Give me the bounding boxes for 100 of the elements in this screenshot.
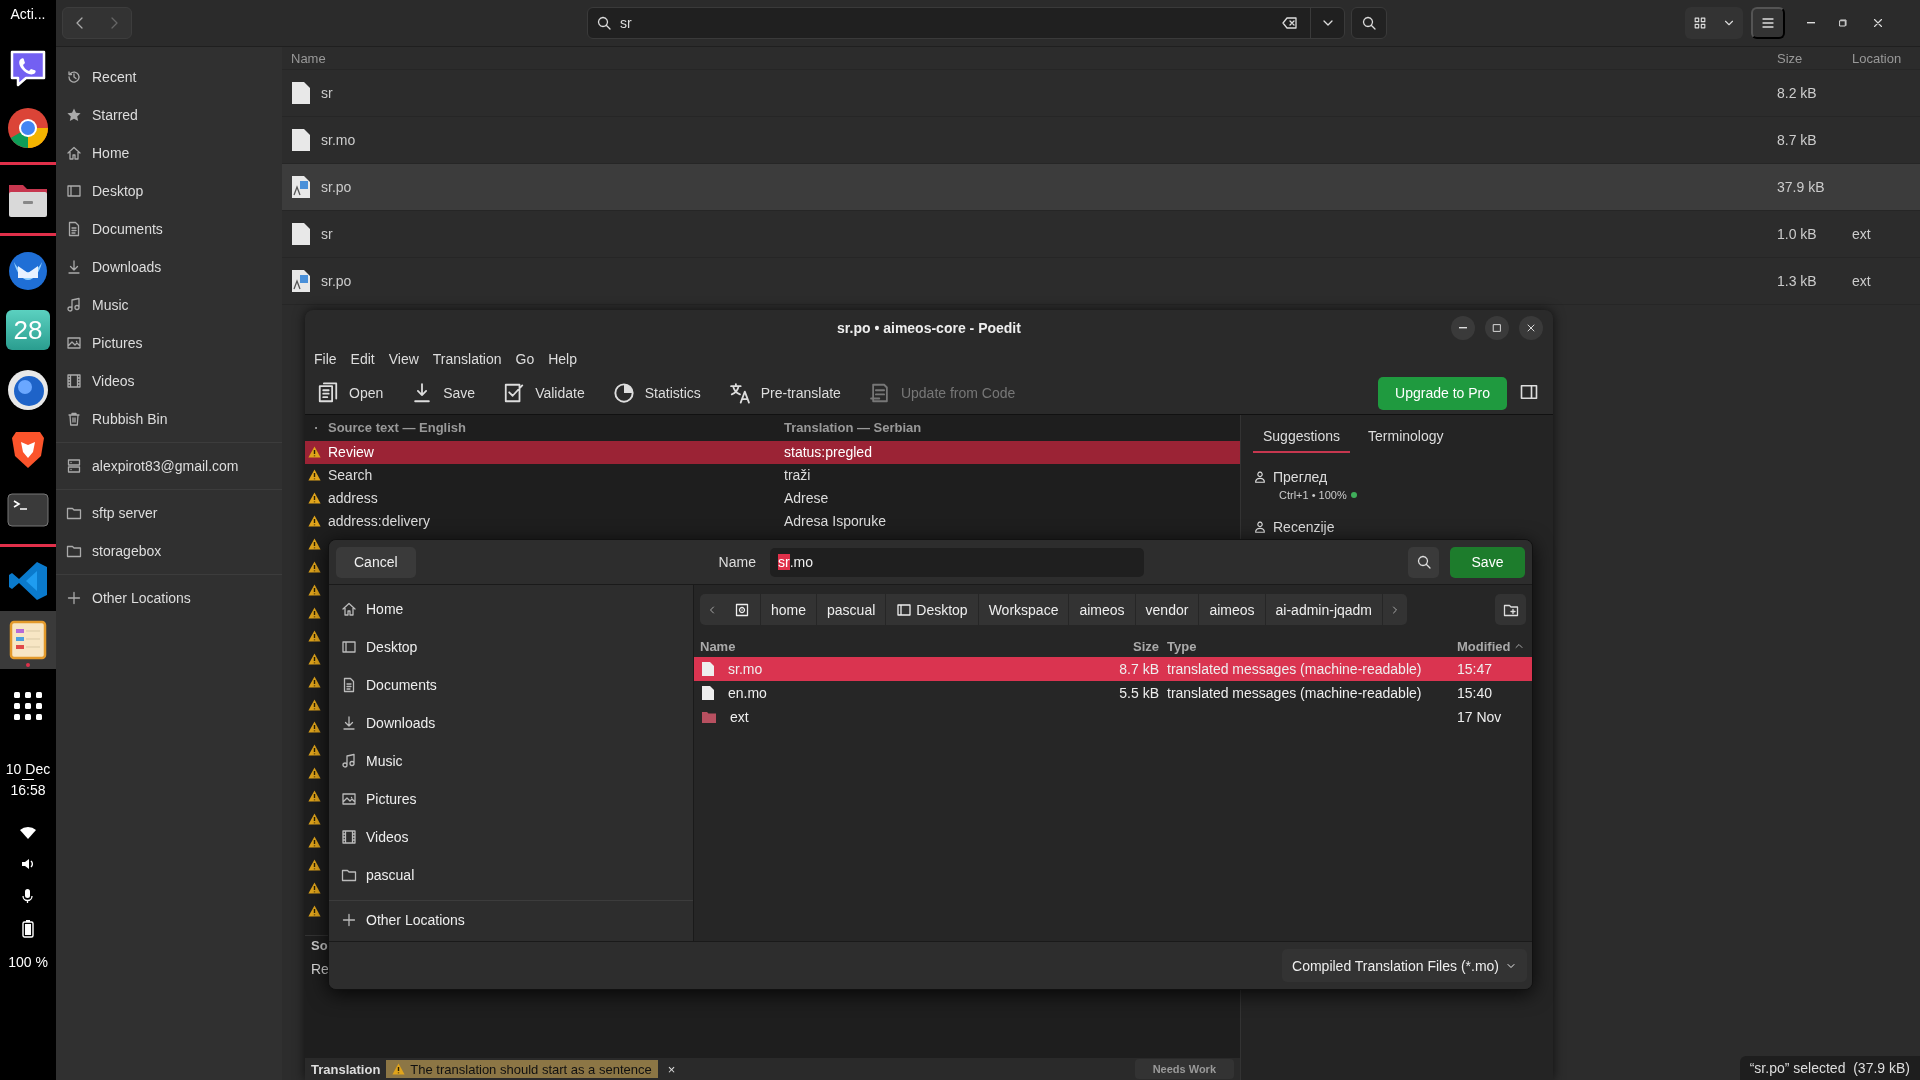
path-crumb[interactable]: aimeos <box>1199 594 1266 625</box>
menu-item[interactable]: Help <box>541 351 584 367</box>
sidebar-item[interactable]: Pictures <box>56 324 282 362</box>
sidebar-item[interactable]: Recent <box>56 58 282 96</box>
sidebar-item[interactable]: Starred <box>56 96 282 134</box>
sidebar-item[interactable]: Documents <box>329 666 693 704</box>
window-title: sr.po • aimeos-core - Poedit <box>837 320 1021 336</box>
translation-row[interactable]: address Adrese <box>305 486 1240 510</box>
wifi-icon[interactable] <box>20 826 36 840</box>
menu-item[interactable]: Go <box>508 351 542 367</box>
column-header[interactable]: Location <box>1852 50 1920 66</box>
column-header[interactable]: Size <box>1777 50 1852 66</box>
maximize-button[interactable] <box>1485 316 1509 340</box>
file-row[interactable]: sr.mo 8.7 kB translated messages (machine-readable) 15:47 <box>694 657 1532 681</box>
file-row[interactable]: sr.po 1.3 kB ext <box>282 258 1920 305</box>
menu-item[interactable]: Translation <box>425 351 509 367</box>
search-field[interactable]: sr <box>587 7 1345 39</box>
translation-row[interactable]: address:delivery Adresa Isporuke <box>305 509 1240 533</box>
column-header[interactable]: Name <box>282 50 1777 66</box>
sidebar-item[interactable]: Downloads <box>56 248 282 286</box>
sidebar-item[interactable]: Downloads <box>329 704 693 742</box>
column-header[interactable]: Modified <box>1457 638 1532 654</box>
file-size: 8.2 kB <box>1777 85 1818 101</box>
sidebar-item[interactable]: Videos <box>329 818 693 856</box>
search-button[interactable] <box>1408 546 1439 578</box>
activities-label[interactable]: Acti... <box>10 6 46 26</box>
toolbar-button[interactable]: Open <box>317 382 384 404</box>
app-grid-icon[interactable] <box>13 691 43 721</box>
column-header[interactable]: Source text — English <box>328 420 784 436</box>
sidebar-item[interactable]: storagebox <box>56 532 282 570</box>
file-row[interactable]: ext 17 Nov <box>694 705 1532 729</box>
menu-item[interactable]: Edit <box>343 351 382 367</box>
dismiss-button[interactable]: × <box>663 1061 680 1077</box>
sidebar-item[interactable]: Home <box>56 134 282 172</box>
sidebar-item[interactable]: sftp server <box>56 494 282 532</box>
sidebar-item[interactable]: alexpirot83@gmail.com <box>56 447 282 485</box>
menu-button[interactable] <box>1751 7 1785 39</box>
file-name: sr <box>321 226 333 242</box>
translation-row[interactable]: Search traži <box>305 463 1240 487</box>
volume-icon[interactable] <box>20 856 36 872</box>
code-editor-icon[interactable] <box>6 559 50 603</box>
battery-icon[interactable] <box>22 920 34 938</box>
translation-row[interactable]: Review status:pregled <box>305 440 1240 464</box>
minimize-icon[interactable] <box>1807 22 1815 24</box>
path-crumb[interactable]: ai-admin-jqadm <box>1265 594 1383 625</box>
view-toggle-button[interactable] <box>1685 7 1743 39</box>
file-row[interactable]: sr 8.2 kB <box>282 70 1920 117</box>
sidebar-item[interactable]: Documents <box>56 210 282 248</box>
path-crumb[interactable]: Desktop <box>886 594 979 625</box>
sidebar-item[interactable]: Other Locations <box>56 579 282 617</box>
close-button[interactable] <box>1519 316 1543 340</box>
sidebar-item[interactable]: Desktop <box>56 172 282 210</box>
sidebar-item[interactable]: Home <box>329 590 693 628</box>
path-crumb[interactable]: aimeos <box>1069 594 1136 625</box>
menu-item[interactable]: View <box>381 351 426 367</box>
column-header[interactable]: Type <box>1167 638 1457 654</box>
tab[interactable]: Terminology <box>1358 421 1454 453</box>
column-header[interactable]: Translation — Serbian <box>784 420 922 436</box>
file-row[interactable]: sr 1.0 kB ext <box>282 211 1920 258</box>
upgrade-button[interactable]: Upgrade to Pro <box>1378 376 1507 410</box>
search-button[interactable] <box>1351 7 1387 39</box>
sidebar-item[interactable]: Pictures <box>329 780 693 818</box>
sidebar-item[interactable]: Desktop <box>329 628 693 666</box>
globe-icon[interactable] <box>6 368 50 412</box>
path-crumb[interactable]: vendor <box>1135 594 1200 625</box>
save-button[interactable]: Save <box>1450 546 1525 578</box>
cancel-button[interactable]: Cancel <box>336 546 416 578</box>
toolbar-button[interactable]: Pre-translate <box>728 382 841 404</box>
column-header[interactable]: · <box>314 420 319 436</box>
toolbar-button[interactable]: Save <box>411 382 476 404</box>
toolbar-button[interactable]: Statistics <box>612 382 701 404</box>
browser-icon[interactable] <box>6 106 50 150</box>
toolbar-button[interactable]: Validate <box>503 382 585 404</box>
file-row[interactable]: en.mo 5.5 kB translated messages (machine-readable) 15:40 <box>694 681 1532 705</box>
warning-icon <box>308 538 321 551</box>
new-folder-button[interactable] <box>1495 594 1526 625</box>
sidebar-item[interactable]: Other Locations <box>329 901 693 939</box>
clock-icon <box>66 69 82 85</box>
sidebar-item[interactable]: pascual <box>329 856 693 894</box>
sidebar-item[interactable]: Rubbish Bin <box>56 400 282 438</box>
suggestion-text[interactable]: Преглед <box>1273 469 1328 485</box>
path-crumb[interactable]: Workspace <box>978 594 1070 625</box>
warning-icon <box>308 744 321 757</box>
file-row[interactable]: sr.po 37.9 kB <box>282 164 1920 211</box>
microphone-icon[interactable] <box>20 888 36 904</box>
file-type-dropdown[interactable]: Compiled Translation Files (*.mo) <box>1282 949 1527 982</box>
column-header[interactable]: Size <box>1103 638 1167 654</box>
path-crumb[interactable]: home <box>761 594 818 625</box>
menu-item[interactable]: File <box>307 351 344 367</box>
download-icon <box>66 259 82 275</box>
sidebar-item[interactable]: Music <box>56 286 282 324</box>
sidebar-item[interactable]: Music <box>329 742 693 780</box>
minimize-button[interactable] <box>1451 316 1475 340</box>
path-crumb[interactable]: pascual <box>817 594 887 625</box>
tab[interactable]: Suggestions <box>1253 421 1351 453</box>
needs-work-button[interactable]: Needs Work <box>1134 1059 1234 1080</box>
column-header[interactable]: Name <box>700 638 1103 654</box>
sidebar-item[interactable]: Videos <box>56 362 282 400</box>
poedit-icon[interactable] <box>8 620 48 660</box>
suggestion-text[interactable]: Recenzije <box>1273 519 1335 535</box>
